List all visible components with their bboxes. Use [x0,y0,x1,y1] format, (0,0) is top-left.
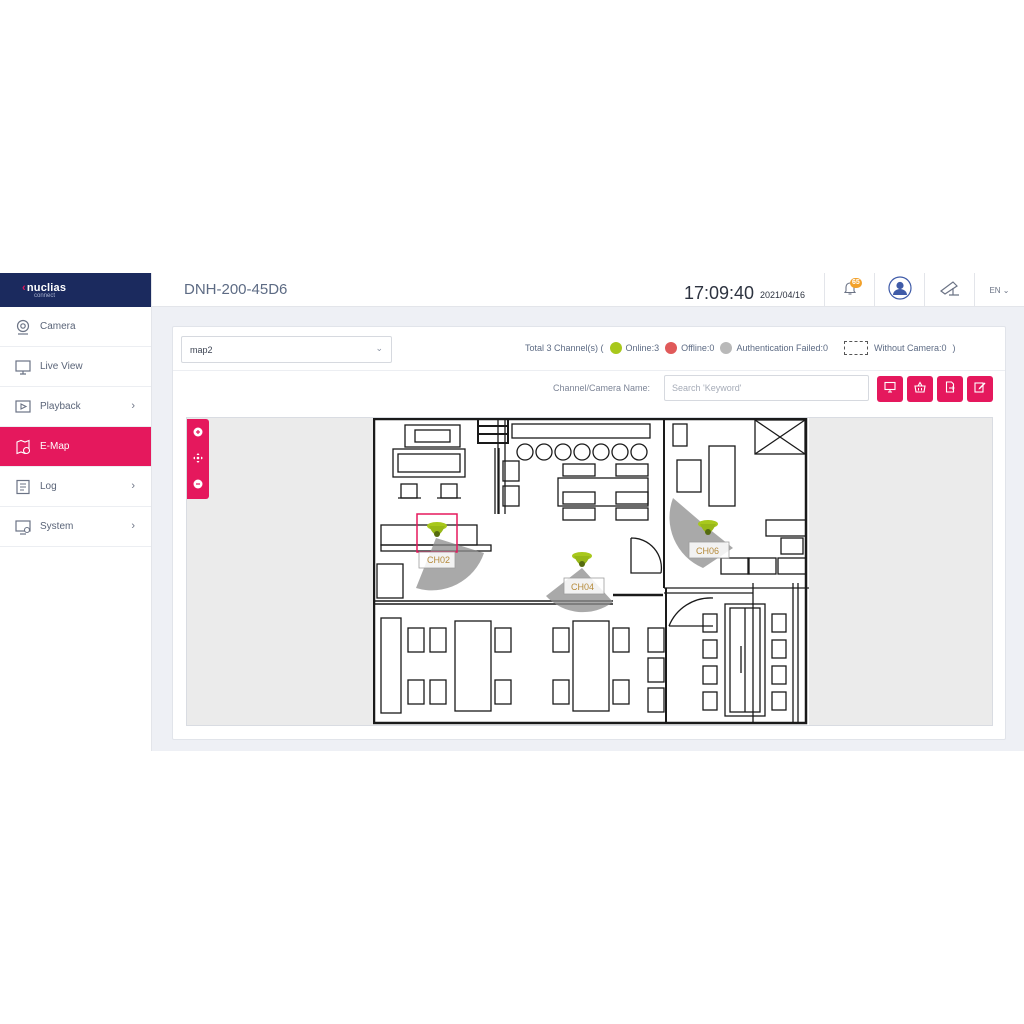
edit-button[interactable] [967,376,993,402]
chevron-right-icon: › [131,520,135,532]
monitor-icon [14,358,32,376]
floor-plan: CH02 CH04 CH06 [373,418,809,725]
camera-setup-button[interactable] [924,273,974,307]
basket-icon [914,380,926,398]
sidebar-item-playback[interactable]: Playback › [0,387,151,427]
legend-close-paren: ) [952,343,956,353]
zoom-in-icon[interactable] [187,419,209,445]
top-header: DNH-200-45D6 17:09:40 2021/04/16 65 EN ⌄ [152,273,1024,307]
map-select[interactable]: map2 ⌄ [181,336,392,363]
pan-icon[interactable] [187,445,209,471]
map-icon [14,438,32,456]
app-window: ‹nuclias connect Camera Live View Playba… [0,273,1024,751]
sidebar-item-label: Camera [40,321,76,332]
sidebar-item-live-view[interactable]: Live View [0,347,151,387]
sidebar-item-label: Playback [40,401,81,412]
language-select[interactable]: EN ⌄ [974,273,1024,307]
sidebar-item-label: Log [40,481,57,492]
export-icon [944,380,956,398]
search-input[interactable] [664,375,869,401]
divider [173,370,1005,371]
legend-auth-failed: Authentication Failed:0 [736,343,828,353]
system-icon [14,518,32,536]
current-time: 17:09:40 [684,283,755,303]
map-select-value: map2 [190,345,213,355]
user-button[interactable] [874,273,924,307]
notification-badge: 65 [850,278,862,288]
sidebar-item-e-map[interactable]: E-Map [0,427,151,467]
without-camera-box-icon [844,341,868,355]
device-name: DNH-200-45D6 [184,281,288,298]
language-label: EN ⌄ [989,285,1010,295]
online-dot-icon [609,342,622,354]
monitor-button[interactable] [877,376,903,402]
log-icon [14,478,32,496]
chevron-right-icon: › [131,480,135,492]
sidebar: ‹nuclias connect Camera Live View Playba… [0,273,152,751]
export-button[interactable] [937,376,963,402]
monitor-icon [884,380,896,398]
edit-icon [974,380,986,398]
legend-without-camera: Without Camera:0 [874,343,947,353]
legend-online: Online:3 [625,343,660,353]
play-icon [14,398,32,416]
camera-label-ch02: CH02 [427,555,450,565]
sidebar-item-log[interactable]: Log › [0,467,151,507]
search-label: Channel/Camera Name: [553,383,651,393]
offline-dot-icon [665,342,678,354]
legend-total: Total 3 Channel(s) ( [525,343,604,353]
map-canvas[interactable]: CH02 CH04 CH06 [186,417,993,726]
channel-legend: Total 3 Channel(s) ( Online:3 Offline:0 … [525,341,956,355]
cctv-icon [939,279,961,302]
sidebar-item-label: E-Map [40,441,70,452]
avatar-icon [887,275,912,305]
sidebar-item-system[interactable]: System › [0,507,151,547]
camera-label-ch04: CH04 [571,582,594,592]
auth-failed-dot-icon [720,342,733,354]
camera-icon [14,318,32,336]
zoom-out-icon[interactable] [187,471,209,497]
brand-logo[interactable]: ‹nuclias connect [0,273,151,307]
sidebar-item-camera[interactable]: Camera [0,307,151,347]
sidebar-item-label: System [40,521,74,532]
e-map-panel: map2 ⌄ Total 3 Channel(s) ( Online:3 Off… [172,326,1006,740]
notifications-button[interactable]: 65 [824,273,874,307]
sidebar-item-label: Live View [40,361,83,372]
chevron-right-icon: › [131,400,135,412]
basket-button[interactable] [907,376,933,402]
brand-sub: connect [34,292,56,299]
legend-offline: Offline:0 [681,343,715,353]
chevron-down-icon: ⌄ [375,343,383,353]
camera-label-ch06: CH06 [696,546,719,556]
map-zoom-controls [187,419,209,499]
current-date: 2021/04/16 [760,290,806,300]
